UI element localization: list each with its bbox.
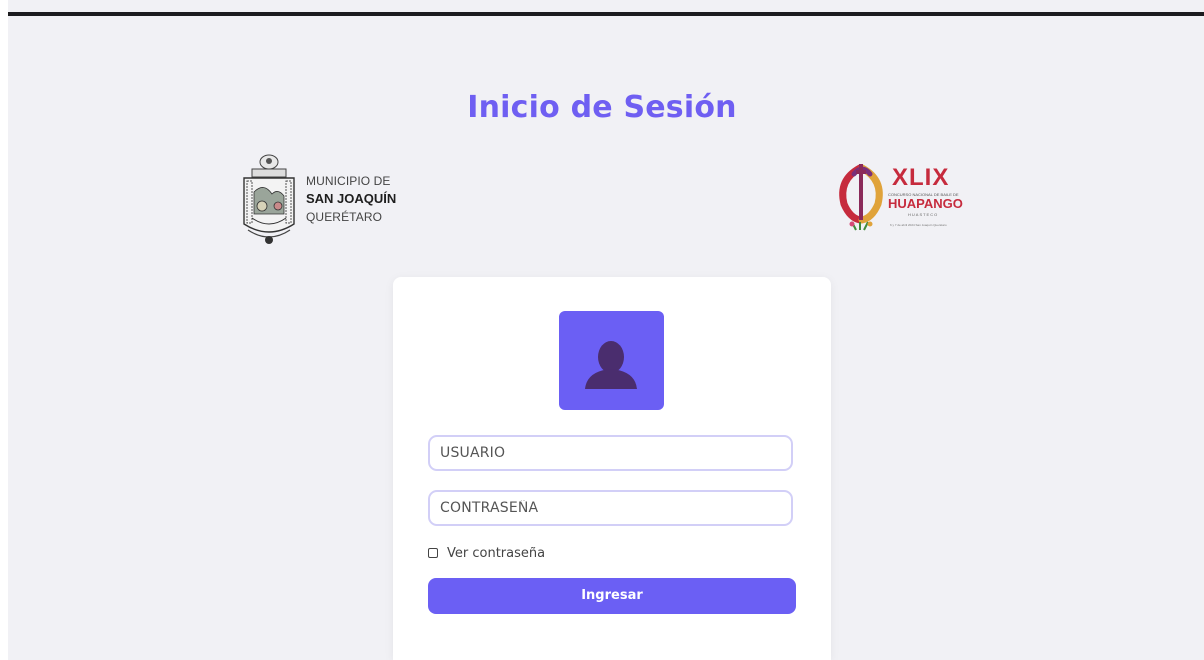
show-password-checkbox[interactable] xyxy=(428,548,438,558)
show-password-toggle[interactable]: Ver contraseña xyxy=(428,545,545,561)
password-input[interactable] xyxy=(428,490,793,526)
page-title: Inicio de Sesión xyxy=(467,90,737,126)
user-silhouette-icon xyxy=(585,341,637,389)
coat-of-arms-icon xyxy=(243,154,295,244)
huapango-emblem-icon xyxy=(839,164,883,231)
avatar xyxy=(559,311,664,410)
edition-label: XLIX xyxy=(892,164,950,191)
municipio-line-3: QUERÉTARO xyxy=(306,210,383,224)
municipio-line-1: MUNICIPIO DE xyxy=(306,174,391,188)
municipio-logo: MUNICIPIO DE SAN JOAQUÍN QUERÉTARO xyxy=(238,152,408,248)
event-dates: 6 y 7 de abril 2024 San Joaquín Querétar… xyxy=(890,223,947,227)
login-button[interactable]: Ingresar xyxy=(428,578,796,614)
huapango-logo: XLIX CONCURSO NACIONAL DE BAILE DE HUAPA… xyxy=(832,160,968,232)
show-password-label: Ver contraseña xyxy=(447,545,546,561)
huapango-label: HUAPANGO xyxy=(888,196,963,211)
huasteco-label: HUASTECO xyxy=(908,212,939,217)
username-input[interactable] xyxy=(428,435,793,471)
login-card: Ver contraseña Ingresar xyxy=(393,277,831,660)
municipio-line-2: SAN JOAQUÍN xyxy=(306,191,397,206)
top-bar xyxy=(8,12,1204,16)
